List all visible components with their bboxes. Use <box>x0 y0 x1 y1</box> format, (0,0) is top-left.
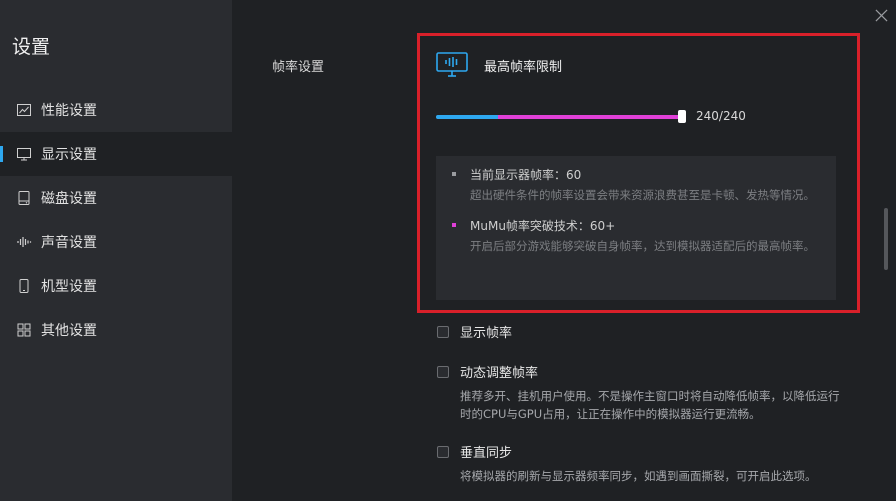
info-title: 当前显示器帧率：60 <box>470 168 582 182</box>
show-fps-label: 显示帧率 <box>460 326 513 341</box>
sidebar-item-label: 其他设置 <box>41 323 97 339</box>
dynamic-fps-label: 动态调整帧率 <box>460 366 539 381</box>
info-title: MuMu帧率突破技术：60+ <box>470 219 616 233</box>
vsync-desc: 将模拟器的刷新与显示器频率同步，如遇到画面撕裂，可开启此选项。 <box>460 469 817 483</box>
phone-icon <box>16 278 32 294</box>
sidebar-nav: 性能设置 显示设置 磁盘设置 声音设置 机型设置 其他设置 <box>0 88 232 352</box>
option-show-fps: 显示帧率 <box>437 322 512 341</box>
sidebar-item-label: 性能设置 <box>41 103 97 119</box>
fps-limit-slider[interactable] <box>436 109 686 125</box>
monitor-icon <box>16 146 32 162</box>
section-label-fps: 帧率设置 <box>272 60 325 75</box>
sidebar-item-display[interactable]: 显示设置 <box>0 132 232 176</box>
disk-icon <box>16 190 32 206</box>
close-icon <box>875 9 887 21</box>
slider-thumb[interactable] <box>678 110 686 123</box>
dynamic-fps-desc: 推荐多开、挂机用户使用。不是操作主窗口时将自动降低帧率，以降低运行时的CPU与G… <box>460 389 840 421</box>
sidebar-item-label: 机型设置 <box>41 279 97 295</box>
fps-limit-header: 最高帧率限制 <box>436 52 562 78</box>
sidebar-item-label: 磁盘设置 <box>41 191 97 207</box>
show-fps-checkbox[interactable] <box>437 325 449 338</box>
slider-fill-boost <box>498 115 682 119</box>
sound-wave-icon <box>16 234 32 250</box>
grid-icon <box>16 322 32 338</box>
sidebar-item-other[interactable]: 其他设置 <box>0 308 232 352</box>
close-button[interactable] <box>872 6 890 24</box>
bullet-icon <box>452 172 456 176</box>
sidebar-item-performance[interactable]: 性能设置 <box>0 88 232 132</box>
sidebar-item-sound[interactable]: 声音设置 <box>0 220 232 264</box>
bullet-icon <box>452 223 456 227</box>
sidebar-item-label: 声音设置 <box>41 235 97 251</box>
chart-line-icon <box>16 102 32 118</box>
fps-limit-value: 240/240 <box>696 109 746 123</box>
info-desc: 超出硬件条件的帧率设置会带来资源浪费甚至是卡顿、发热等情况。 <box>470 188 815 202</box>
sidebar: 设置 性能设置 显示设置 磁盘设置 声音设置 机型设置 其他设置 <box>0 0 232 501</box>
fps-info-panel: 当前显示器帧率：60 超出硬件条件的帧率设置会带来资源浪费甚至是卡顿、发热等情况… <box>436 156 836 300</box>
sidebar-item-label: 显示设置 <box>41 147 97 163</box>
info-item-display-fps: 当前显示器帧率：60 超出硬件条件的帧率设置会带来资源浪费甚至是卡顿、发热等情况… <box>452 166 820 205</box>
vsync-checkbox[interactable] <box>437 445 449 458</box>
option-vsync: 垂直同步 将模拟器的刷新与显示器频率同步，如遇到画面撕裂，可开启此选项。 <box>437 442 850 485</box>
fps-limit-label: 最高帧率限制 <box>484 59 563 75</box>
fps-monitor-icon <box>436 52 468 77</box>
vertical-scrollbar[interactable] <box>884 208 888 270</box>
sidebar-item-disk[interactable]: 磁盘设置 <box>0 176 232 220</box>
option-dynamic-fps: 动态调整帧率 推荐多开、挂机用户使用。不是操作主窗口时将自动降低帧率，以降低运行… <box>437 362 850 423</box>
slider-fill-normal <box>436 115 498 119</box>
sidebar-title: 设置 <box>12 36 51 58</box>
info-desc: 开启后部分游戏能够突破自身帧率，达到模拟器适配后的最高帧率。 <box>470 239 815 253</box>
sidebar-item-device[interactable]: 机型设置 <box>0 264 232 308</box>
info-item-mumu-boost: MuMu帧率突破技术：60+ 开启后部分游戏能够突破自身帧率，达到模拟器适配后的… <box>452 217 820 256</box>
dynamic-fps-checkbox[interactable] <box>437 365 449 378</box>
vsync-label: 垂直同步 <box>460 446 513 461</box>
